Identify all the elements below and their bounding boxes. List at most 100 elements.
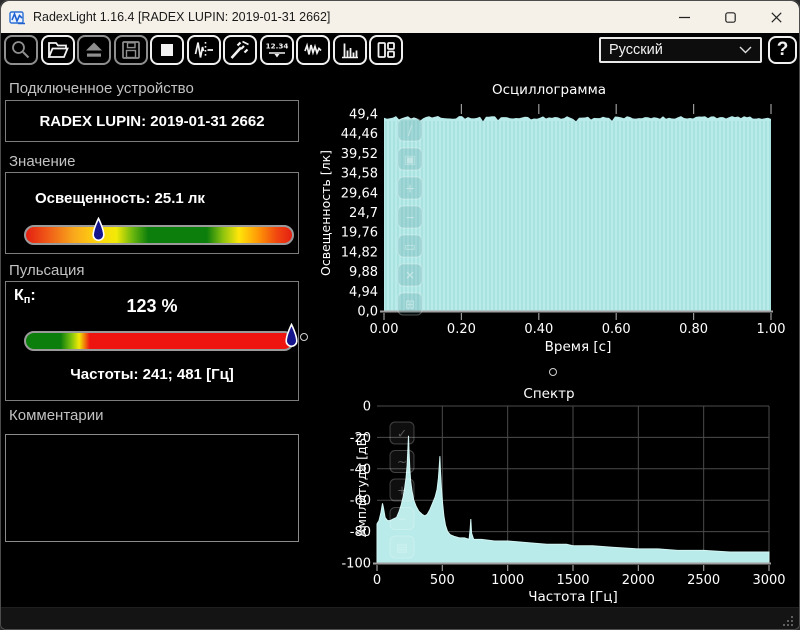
numeric-display-button[interactable]: 12.34 [259,35,294,65]
oscillogram-xtick-label: 0.80 [679,322,708,337]
open-folder-button[interactable] [40,35,75,65]
stop-icon [161,44,173,56]
spectrum-ytick: -40 [350,462,371,477]
svg-text:12.34: 12.34 [265,42,288,51]
numeric-display-icon: 12.34 [265,42,288,58]
panels-layout-icon [377,42,395,58]
spectrum-tool-icon: + [397,484,407,498]
illuminance-reading: Освещенность: 25.1 лк [35,190,205,207]
pulsation-marker-icon [285,322,298,350]
chevron-down-icon [739,42,752,58]
oscillogram-ytick: 0,0 [357,305,378,320]
spectrum-xtick-label: 500 [430,573,455,588]
value-section-header: Значение [9,153,76,170]
oscillogram-xtick-label: 0.00 [370,322,399,337]
language-select[interactable]: Русский [599,37,762,63]
minimize-button[interactable] [661,1,707,33]
panels-layout-button[interactable] [369,35,403,65]
spectrum-ytick: -60 [350,494,371,509]
language-value: Русский [609,42,663,58]
oscillogram-button[interactable] [296,35,330,65]
spectrum-button[interactable] [332,35,367,65]
oscillogram-ylabel: Освещенность [лк] [318,150,333,276]
oscillogram-tool-icon: ⊞ [405,298,415,312]
pulsation-scale-bar [24,331,294,351]
resize-grip-icon[interactable] [781,614,795,628]
oscillogram-ytick: 24,7 [349,206,378,221]
stop-button[interactable] [150,35,184,65]
spectrum-ylabel: Амплитуда [дБ] [354,433,369,537]
spectrum-tool-icon: − [397,512,407,526]
device-section-header: Подключенное устройство [9,80,194,97]
eject-icon [86,42,102,57]
save-button[interactable] [113,35,148,65]
titlebar: RadexLight 1.16.4 [RADEX LUPIN: 2019-01-… [1,1,799,33]
spectrum-ytick: -80 [350,525,371,540]
spectrum-xtick-label: 1500 [556,573,589,588]
oscillogram-ytick: 14,82 [341,245,378,260]
oscillogram-ytick: 29,64 [341,186,378,201]
spectrum-xtick-label: 0 [373,573,381,588]
comments-section-header: Комментарии [9,407,104,424]
spectrum-tool-icon: ~ [397,455,407,469]
window-title: RadexLight 1.16.4 [RADEX LUPIN: 2019-01-… [33,10,331,24]
oscillogram-ytick: 19,76 [341,226,378,241]
spectrum-tool-icon: ▤ [396,541,407,555]
illuminance-scale-bar [24,225,294,245]
open-folder-icon [47,42,69,58]
vertical-splitter-grip[interactable] [300,333,308,341]
oscillogram-tool-icon: − [405,211,415,225]
spectrum-icon [341,43,358,59]
toolbar: 12.34 Русский ? [1,33,799,67]
close-button[interactable] [753,1,799,33]
spectrum-tool-icon: ✓ [397,427,407,441]
spectrum-title: Спектр [523,386,574,402]
app-window: RadexLight 1.16.4 [RADEX LUPIN: 2019-01-… [0,0,800,630]
eject-button[interactable] [77,35,111,65]
toolbar-buttons: 12.34 [4,35,406,65]
help-button[interactable]: ? [768,36,797,64]
oscillogram-ytick: 44,46 [341,127,378,142]
oscillogram-xtick-label: 1.00 [757,322,786,337]
save-icon [121,41,140,59]
oscillogram-tool-icon: + [405,182,415,196]
maximize-button[interactable] [707,1,753,33]
pulse-cursor-button[interactable] [186,35,221,65]
oscillogram-xtick-label: 0.40 [524,322,553,337]
illuminance-marker-icon [92,216,105,244]
comments-input[interactable] [5,434,299,542]
oscillogram-xtick-label: 0.60 [602,322,631,337]
pulsation-section-header: Пульсация [9,262,85,279]
charts-canvas[interactable]: Осциллограмма Освещенность [лк] 49,4 44,46 3… [311,67,800,607]
magnifier-icon [12,41,30,59]
pulse-cursor-icon [194,42,213,58]
value-box: Освещенность: 25.1 лк [5,172,299,254]
oscillogram-title: Осциллограмма [492,82,606,98]
oscillogram-tool-icon: ▣ [404,153,415,167]
spectrum-xtick-label: 2500 [687,573,720,588]
spectrum-ytick: 0 [363,400,371,415]
app-icon [9,9,26,26]
oscillogram-xtick-label: 0.20 [447,322,476,337]
oscillogram-ytick: 4,94 [349,285,378,300]
device-name: RADEX LUPIN: 2019-01-31 2662 [39,112,265,130]
spectrum-xtick-label: 2000 [622,573,655,588]
lamp-rays-button[interactable] [223,35,257,65]
oscillogram-ytick: 9,88 [349,265,378,280]
oscillogram-icon [304,42,322,56]
pulsation-box: Кп: 123 % Частоты: 241; 481 [Гц] [5,281,299,401]
status-bar [1,607,799,629]
spectrum-xlabel: Частота [Гц] [528,589,617,605]
oscillogram-ytick: 39,52 [341,147,378,162]
device-box: RADEX LUPIN: 2019-01-31 2662 [5,100,299,142]
pulsation-frequencies: Частоты: 241; 481 [Гц] [70,366,234,383]
spectrum-xtick-label: 1000 [491,573,524,588]
oscillogram-ytick: 49,4 [349,108,378,123]
oscillogram-tool-icon: ▭ [404,240,415,254]
oscillogram-ytick: 34,58 [341,167,378,182]
lamp-rays-icon [230,40,249,59]
magnifier-button[interactable] [4,35,38,65]
oscillogram-xlabel: Время [с] [545,339,612,355]
kp-value: 123 % [126,296,178,316]
spectrum-xtick-label: 3000 [752,573,785,588]
